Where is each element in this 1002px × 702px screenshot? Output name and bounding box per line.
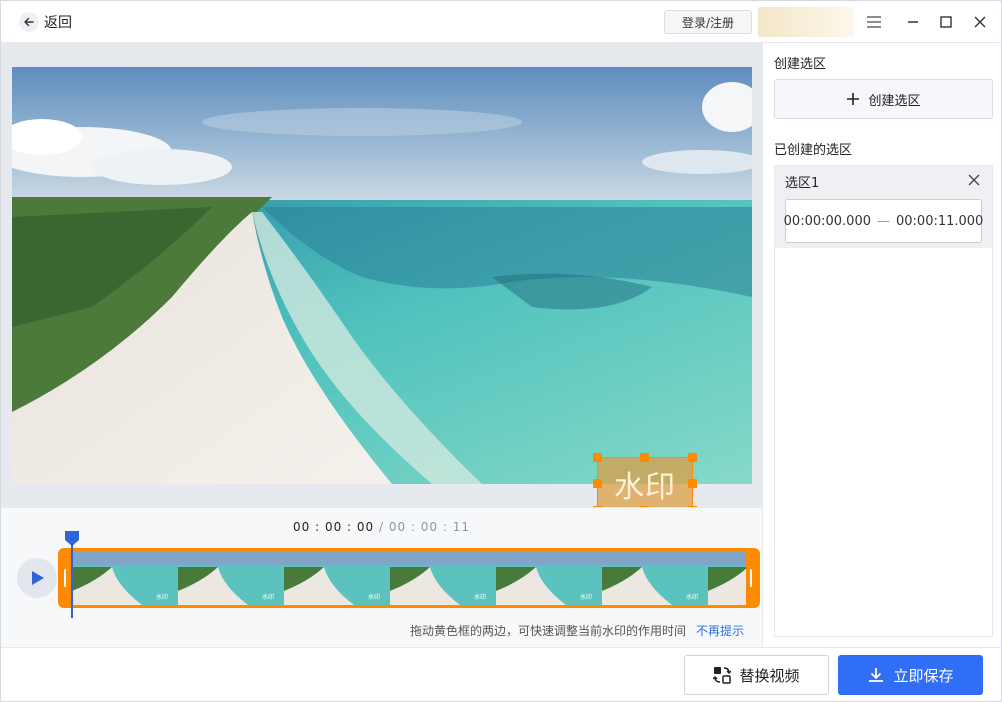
timecode-display: 00 : 00 : 00 / 00 : 00 : 11 (1, 520, 762, 534)
range-dash: — (877, 213, 890, 229)
bottom-toolbar: 替换视频 立即保存 (1, 647, 1001, 701)
selection-time-range[interactable]: 00:00:00.000 — 00:00:11.000 (784, 199, 983, 243)
close-icon[interactable] (970, 12, 990, 32)
preview-area: 水印 (1, 43, 762, 515)
current-time: 00 : 00 : 00 (293, 520, 375, 534)
minimize-icon[interactable] (903, 12, 923, 32)
beach-video-frame (12, 67, 752, 484)
selection-panel: 创建选区 创建选区 已创建的选区 选区1 00:00:00.000 — 00:0… (762, 43, 1001, 647)
watermark-selection-box[interactable]: 水印 (597, 457, 693, 511)
promo-banner[interactable] (758, 7, 854, 37)
frame-watermark: 水印 (579, 594, 592, 601)
frame-thumbnail: 水印 (284, 551, 390, 605)
frame-thumbnail: 水印 (602, 551, 708, 605)
save-now-button[interactable]: 立即保存 (838, 655, 983, 695)
app-window: 返回 登录/注册 水印 00: 00: 00 / 00: 00: 11 … (0, 0, 1002, 702)
video-preview[interactable] (12, 67, 752, 484)
save-now-label: 立即保存 (893, 666, 954, 685)
frame-thumbnail: 水印 (496, 551, 602, 605)
frame-thumbnail: 水印 (178, 551, 284, 605)
timeline-area: 00 : 00 : 00 / 00 : 00 : 11 水印 水印 水印 水印 … (1, 507, 762, 647)
replace-video-label: 替换视频 (739, 666, 800, 685)
login-register-button[interactable]: 登录/注册 (664, 10, 752, 34)
play-button[interactable] (17, 558, 57, 598)
range-start-grip[interactable] (64, 569, 66, 587)
maximize-icon[interactable] (936, 12, 956, 32)
create-selection-button[interactable]: 创建选区 (774, 79, 993, 119)
selection-list: 选区1 00:00:00.000 — 00:00:11.000 (774, 165, 993, 637)
resize-handle-top[interactable] (640, 453, 649, 462)
range-end-time[interactable]: 00:00:11.000 (896, 214, 983, 229)
frame-thumbnail (708, 551, 746, 605)
play-icon (32, 571, 44, 585)
resize-handle-top-right[interactable] (688, 453, 697, 462)
replace-icon (713, 666, 732, 684)
back-arrow-icon (19, 12, 39, 32)
frame-watermark: 水印 (155, 594, 168, 601)
hint-bar: 拖动黄色框的两边，可快速调整当前水印的作用时间 不再提示 (410, 622, 744, 639)
dont-show-again-link[interactable]: 不再提示 (696, 624, 744, 638)
editor-area: 水印 00 : 00 : 00 / 00 : 00 : 11 水印 水印 水印 (1, 43, 762, 647)
replace-video-button[interactable]: 替换视频 (684, 655, 829, 695)
frame-thumbnail: 水印 (390, 551, 496, 605)
playhead-line (71, 540, 73, 618)
plus-icon (846, 89, 860, 109)
frame-watermark: 水印 (473, 594, 486, 601)
hint-text: 拖动黄色框的两边，可快速调整当前水印的作用时间 (409, 624, 686, 638)
watermark-text: 水印 (614, 470, 676, 505)
resize-handle-top-left[interactable] (593, 453, 602, 462)
download-icon (867, 666, 885, 684)
create-selection-label: 创建选区 (868, 93, 921, 109)
back-label: 返回 (44, 15, 72, 31)
frame-watermark: 水印 (367, 594, 380, 601)
back-button[interactable]: 返回 (19, 10, 72, 34)
range-end-grip[interactable] (750, 569, 752, 587)
range-start-time[interactable]: 00:00:00.000 (784, 214, 871, 229)
create-section-title: 创建选区 (774, 57, 827, 72)
close-icon[interactable] (966, 172, 982, 188)
resize-handle-right[interactable] (688, 479, 697, 488)
selection-name: 选区1 (785, 176, 820, 191)
frame-watermark: 水印 (685, 594, 698, 601)
frame-watermark: 水印 (261, 594, 274, 601)
selection-item[interactable]: 选区1 00:00:00.000 — 00:00:11.000 (775, 166, 992, 248)
created-section-title: 已创建的选区 (774, 143, 853, 158)
total-duration: 00 : 00 : 11 (388, 520, 470, 534)
title-bar: 返回 登录/注册 (1, 1, 1001, 43)
frame-thumbnail: 水印 (72, 551, 178, 605)
playhead-handle[interactable] (64, 530, 80, 546)
thumbnail-strip: 水印 水印 水印 水印 水印 水印 (72, 551, 746, 605)
time-separator: / (374, 520, 389, 534)
menu-icon[interactable] (864, 12, 884, 32)
resize-handle-left[interactable] (593, 479, 602, 488)
timeline-range-strip[interactable]: 水印 水印 水印 水印 水印 水印 (58, 548, 760, 608)
